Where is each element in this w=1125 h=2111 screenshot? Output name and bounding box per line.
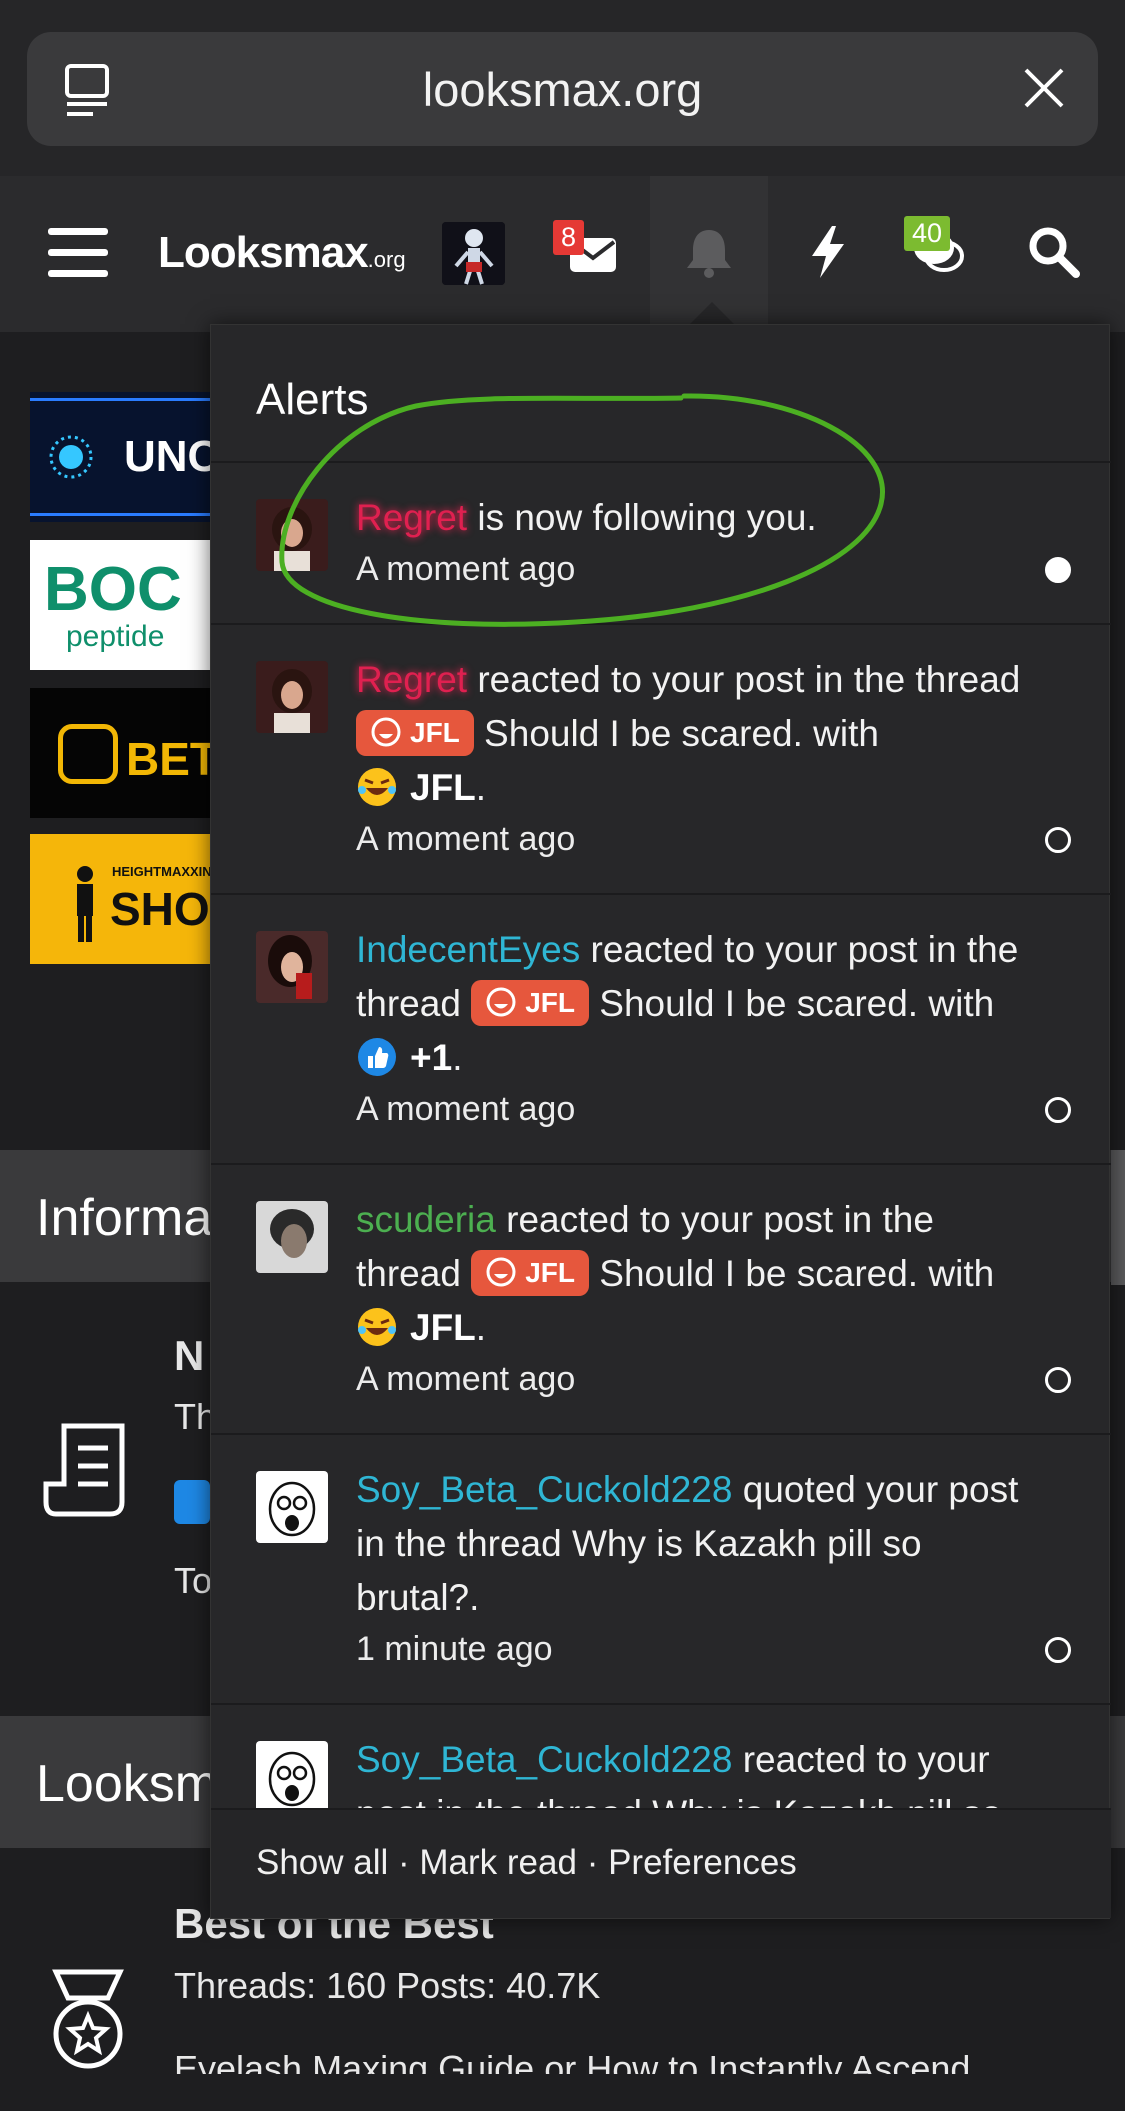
thread-prefix-badge[interactable]: JFL: [471, 980, 589, 1026]
laugh-icon: [486, 987, 516, 1017]
ad-banner-shoes[interactable]: HEIGHTMAXXIN SHOES: [30, 834, 212, 964]
address-bar[interactable]: looksmax.org: [27, 32, 1098, 146]
alert-username[interactable]: Regret: [356, 497, 467, 538]
alert-item[interactable]: IndecentEyes reacted to your post in the…: [211, 893, 1111, 1163]
mark-read-link[interactable]: Mark read: [419, 1843, 577, 1882]
alerts-title: Alerts: [256, 375, 369, 424]
crying-laughing-emoji-icon: [358, 1308, 396, 1346]
avatar[interactable]: [256, 661, 328, 733]
forum-header: Looksmax.org 8 40: [0, 176, 1125, 332]
node-latest[interactable]: To: [174, 1560, 212, 1602]
menu-icon[interactable]: [48, 228, 108, 278]
alert-username[interactable]: Soy_Beta_Cuckold228: [356, 1739, 732, 1780]
alert-item[interactable]: Soy_Beta_Cuckold228 quoted your post in …: [211, 1433, 1111, 1703]
thread-title[interactable]: Should I be scared.: [589, 1253, 918, 1294]
avatar[interactable]: [256, 1741, 328, 1813]
alert-item[interactable]: Soy_Beta_Cuckold228 reacted to your post…: [211, 1703, 1111, 1813]
thumbs-up-icon: [358, 1038, 396, 1076]
ad-banner-betr[interactable]: BETR: [30, 688, 212, 818]
unread-indicator[interactable]: [1045, 557, 1071, 583]
close-icon[interactable]: [1020, 64, 1068, 112]
thread-title[interactable]: Should I be scared.: [474, 713, 803, 754]
url-text[interactable]: looksmax.org: [27, 62, 1098, 117]
ad-banner-boc[interactable]: BOC peptide: [30, 540, 212, 670]
inbox-badge: 8: [553, 220, 585, 255]
alerts-list: Regret is now following you. A moment ag…: [211, 461, 1111, 1813]
screen: looksmax.org Looksmax.org 8 40 UNC BOC p…: [0, 0, 1125, 2111]
alert-item[interactable]: Regret reacted to your post in the threa…: [211, 623, 1111, 893]
preferences-link[interactable]: Preferences: [608, 1843, 797, 1882]
node-prefix-badge: [174, 1480, 210, 1524]
alert-username[interactable]: Soy_Beta_Cuckold228: [356, 1469, 732, 1510]
search-icon[interactable]: [1026, 224, 1082, 280]
lightning-icon[interactable]: [800, 224, 856, 280]
chat-badge: 40: [904, 216, 951, 251]
alert-time: 1 minute ago: [356, 1630, 553, 1668]
alert-time: A moment ago: [356, 1090, 576, 1128]
avatar[interactable]: [256, 1471, 328, 1543]
document-icon: [43, 1423, 125, 1517]
node-stats: Threads: 160 Posts: 40.7K: [174, 1965, 601, 2006]
laugh-icon: [371, 717, 401, 747]
alerts-popup: Alerts Regret is now following you. A mo…: [210, 324, 1111, 1919]
read-indicator[interactable]: [1045, 1637, 1071, 1663]
alert-item[interactable]: Regret is now following you. A moment ag…: [211, 461, 1111, 623]
alert-username[interactable]: IndecentEyes: [356, 929, 580, 970]
alert-username[interactable]: Regret: [356, 659, 467, 700]
thread-title[interactable]: Should I be scared.: [589, 983, 918, 1024]
node-title[interactable]: N: [174, 1332, 204, 1380]
thread-prefix-badge[interactable]: JFL: [471, 1250, 589, 1296]
avatar[interactable]: [256, 1201, 328, 1273]
show-all-link[interactable]: Show all: [256, 1843, 388, 1882]
browser-toolbar: looksmax.org: [0, 0, 1125, 176]
person-icon: [77, 866, 93, 942]
alert-time: A moment ago: [356, 1360, 576, 1398]
alert-time: A moment ago: [356, 550, 576, 588]
read-indicator[interactable]: [1045, 1097, 1071, 1123]
medal-icon: [52, 1969, 124, 2069]
site-logo[interactable]: Looksmax.org: [158, 228, 406, 278]
crying-laughing-emoji-icon: [358, 768, 396, 806]
popup-arrow: [688, 302, 736, 326]
read-indicator[interactable]: [1045, 827, 1071, 853]
avatar[interactable]: [256, 931, 328, 1003]
avatar[interactable]: [256, 499, 328, 571]
alert-time: A moment ago: [356, 820, 576, 858]
bell-icon: [687, 230, 731, 278]
alert-item[interactable]: scuderia reacted to your post in the thr…: [211, 1163, 1111, 1433]
ad-banner-unc[interactable]: UNC: [30, 392, 212, 522]
alerts-footer: Show all · Mark read · Preferences: [211, 1808, 1111, 1918]
read-indicator[interactable]: [1045, 1367, 1071, 1393]
sparkle-icon: [49, 435, 93, 479]
alert-username[interactable]: scuderia: [356, 1199, 496, 1240]
user-avatar[interactable]: [442, 222, 505, 285]
thread-prefix-badge[interactable]: JFL: [356, 710, 474, 756]
scrollbar[interactable]: [1111, 1150, 1125, 1285]
laugh-icon: [486, 1257, 516, 1287]
